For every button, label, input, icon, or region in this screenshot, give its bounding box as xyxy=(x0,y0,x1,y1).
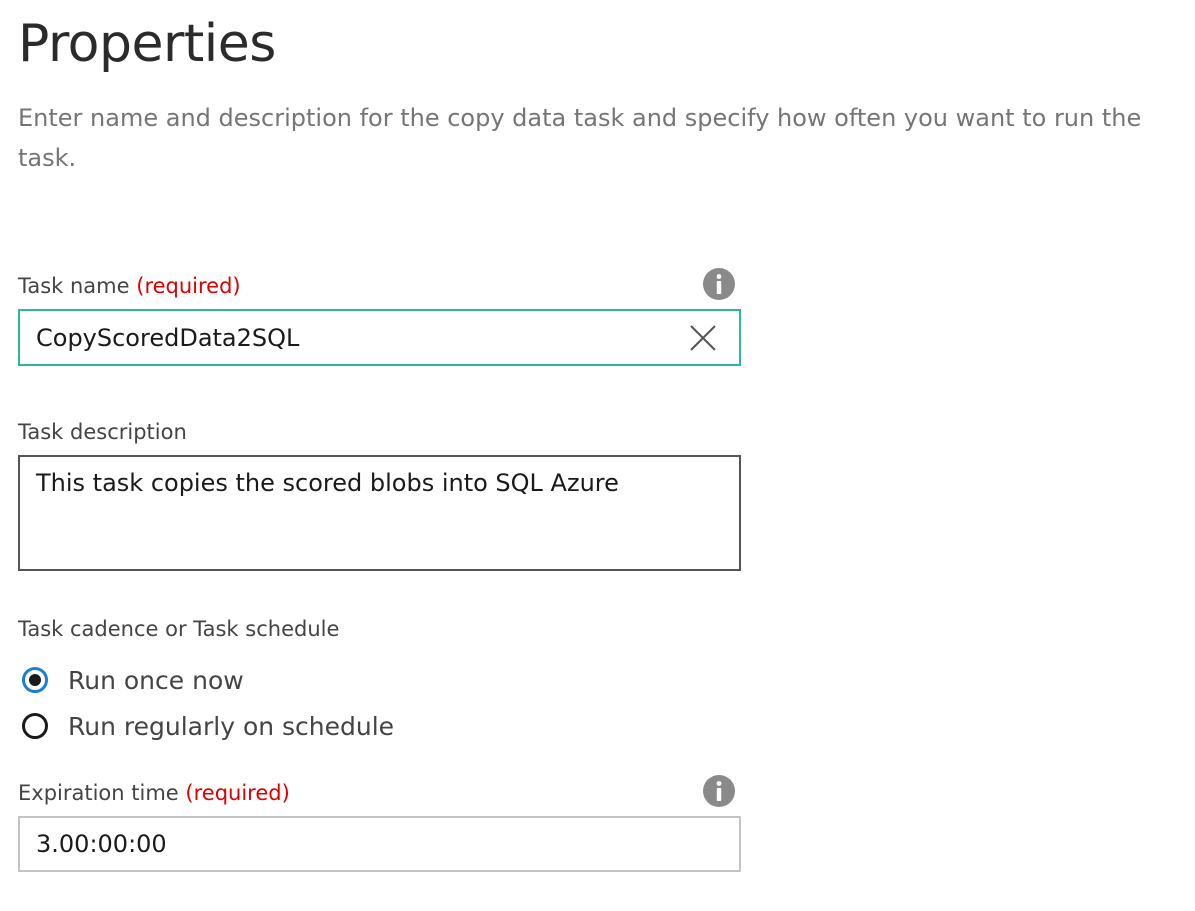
expiration-label: Expiration time (required) xyxy=(18,778,290,808)
task-name-label-text: Task name xyxy=(18,274,130,298)
cadence-label: Task cadence or Task schedule xyxy=(18,617,340,641)
close-icon[interactable] xyxy=(683,318,723,358)
info-icon[interactable] xyxy=(703,268,735,300)
task-name-label: Task name (required) xyxy=(18,271,241,301)
task-description-label: Task description xyxy=(18,420,187,444)
radio-run-regularly[interactable]: Run regularly on schedule xyxy=(22,706,394,746)
radio-button-unchecked[interactable] xyxy=(22,713,48,739)
radio-button-checked[interactable] xyxy=(22,667,48,693)
task-description-input[interactable]: This task copies the scored blobs into S… xyxy=(18,455,741,571)
info-icon[interactable] xyxy=(703,775,735,807)
task-name-input[interactable] xyxy=(18,309,741,366)
expiration-label-text: Expiration time xyxy=(18,781,179,805)
radio-run-regularly-label: Run regularly on schedule xyxy=(68,711,395,741)
task-name-required: (required) xyxy=(136,274,241,298)
page-subtitle: Enter name and description for the copy … xyxy=(18,104,1142,172)
page-title: Properties xyxy=(18,14,276,74)
radio-run-once[interactable]: Run once now xyxy=(22,660,244,700)
expiration-required: (required) xyxy=(185,781,290,805)
radio-run-once-label: Run once now xyxy=(68,665,244,695)
properties-page: Properties Enter name and description fo… xyxy=(0,0,1195,911)
expiration-input[interactable] xyxy=(18,816,741,872)
